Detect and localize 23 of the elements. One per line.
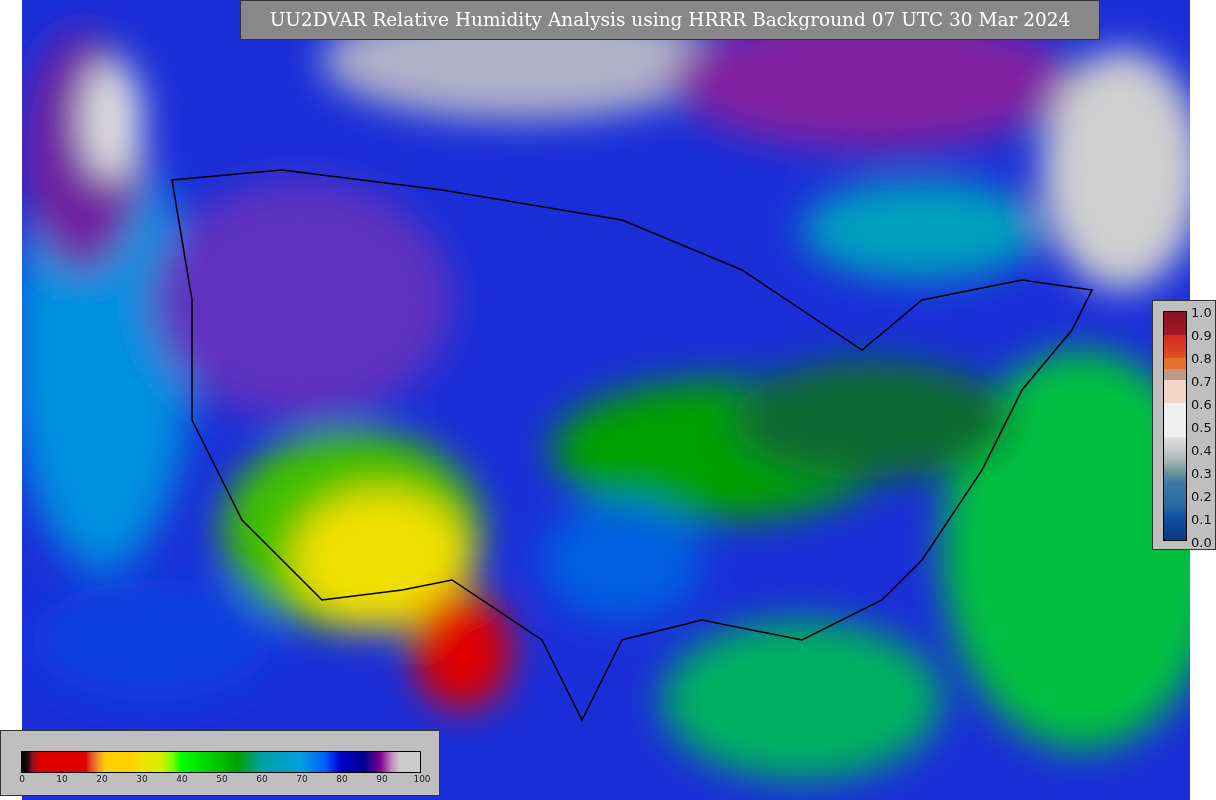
colorbar-tick-label: 1.0 xyxy=(1191,305,1212,319)
colorbar-tick-label: 0 xyxy=(19,775,25,784)
colorbar-tick-label: 0.2 xyxy=(1191,489,1212,503)
colorbar-tick-label: 0.3 xyxy=(1191,466,1212,480)
colorbar-tick-label: 0.5 xyxy=(1191,420,1212,434)
colorbar-tick-label: 80 xyxy=(336,775,348,784)
colorbar-tick-label: 40 xyxy=(176,775,188,784)
colorbar-tick-label: 50 xyxy=(216,775,228,784)
colorbar-tick-label: 10 xyxy=(56,775,68,784)
colorbar-tick-label: 90 xyxy=(376,775,388,784)
colorbar-tick-label: 0.1 xyxy=(1191,512,1212,526)
colorbar-tick-label: 30 xyxy=(136,775,148,784)
colorbar-tick-label: 0.4 xyxy=(1191,443,1212,457)
colorbar-tick-label: 0.0 xyxy=(1191,535,1212,549)
colorbar-tick-label: 100 xyxy=(413,775,431,784)
colorbar-tick-label: 60 xyxy=(256,775,268,784)
colorbar-tick-label: 0.6 xyxy=(1191,397,1212,411)
colorbar-tick-label: 70 xyxy=(296,775,308,784)
map-title: UU2DVAR Relative Humidity Analysis using HRRR Background 07 UTC 30 Mar 2024 xyxy=(240,0,1100,40)
colorbar-tick-label: 0.7 xyxy=(1191,374,1212,388)
colorbar-tick-label: 20 xyxy=(96,775,108,784)
colorbar-tick-label: 0.9 xyxy=(1191,328,1212,342)
colorbar-tick-label: 0.8 xyxy=(1191,351,1212,365)
